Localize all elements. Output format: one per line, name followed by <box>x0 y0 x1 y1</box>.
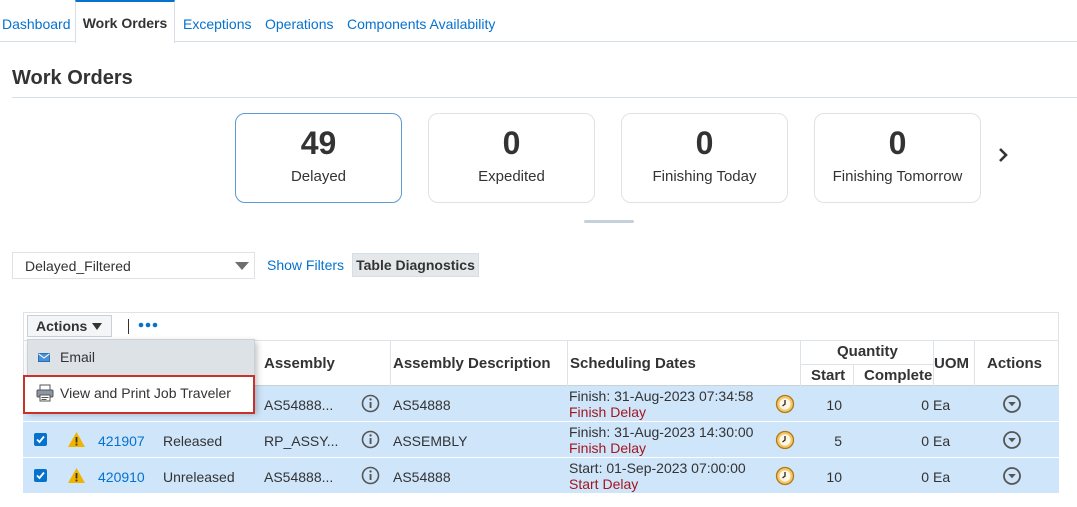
info-icon[interactable] <box>361 430 380 449</box>
work-order-link[interactable]: 421907 <box>98 433 145 449</box>
check-icon <box>36 471 45 480</box>
complete-quantity-cell: 0 <box>921 397 929 413</box>
column-header-assembly[interactable]: Assembly <box>264 355 335 372</box>
column-header-start[interactable]: Start <box>811 367 845 384</box>
warning-icon <box>68 468 85 483</box>
page-title: Work Orders <box>12 67 133 89</box>
clock-icon[interactable] <box>775 430 795 450</box>
table-row[interactable]: 421907 Released RP_ASSY... ASSEMBLY Fini… <box>23 422 1059 458</box>
check-icon <box>36 435 45 444</box>
tile-label: Finishing Today <box>652 168 757 185</box>
assembly-description-cell: AS54888 <box>393 397 451 413</box>
column-header-actions: Actions <box>987 355 1043 372</box>
table-toolbar: Actions <box>23 312 1059 340</box>
menu-item-label: Email <box>60 349 96 365</box>
complete-quantity-cell: 0 <box>921 433 929 449</box>
clock-icon[interactable] <box>775 394 795 414</box>
start-quantity-cell: 5 <box>834 433 842 449</box>
tab-dashboard[interactable]: Dashboard <box>2 0 71 42</box>
chevron-right-icon[interactable] <box>994 143 1014 167</box>
work-order-link[interactable]: 420910 <box>98 469 145 485</box>
info-icon[interactable] <box>361 394 380 413</box>
start-quantity-cell: 10 <box>826 397 842 413</box>
delay-status: Start Delay <box>569 476 639 492</box>
warning-icon <box>68 432 85 447</box>
tab-work-orders[interactable]: Work Orders <box>75 0 175 43</box>
tab-components-availability[interactable]: Components Availability <box>347 0 495 42</box>
uom-cell: Ea <box>933 397 951 413</box>
title-divider <box>12 97 1077 98</box>
tile-scroll-indicator <box>584 220 634 223</box>
printer-icon <box>36 384 54 402</box>
mail-icon <box>38 353 50 362</box>
header-divider <box>800 364 933 365</box>
column-header-quantity: Quantity <box>837 343 898 360</box>
assembly-cell: AS54888... <box>264 397 334 413</box>
tile-expedited[interactable]: 0 Expedited <box>428 113 595 203</box>
column-divider <box>567 341 568 387</box>
tab-exceptions[interactable]: Exceptions <box>183 0 251 42</box>
tile-finishing-today[interactable]: 0 Finishing Today <box>621 113 788 203</box>
assembly-description-cell: ASSEMBLY <box>393 433 468 449</box>
column-divider <box>974 341 975 387</box>
status-cell: Released <box>163 433 223 449</box>
column-header-uom[interactable]: UOM <box>934 355 969 372</box>
info-icon[interactable] <box>361 466 380 485</box>
row-actions-icon[interactable] <box>1002 430 1022 450</box>
delay-status: Finish Delay <box>569 440 647 456</box>
tab-bar: Dashboard Work Orders Exceptions Operati… <box>0 0 1077 43</box>
column-header-assembly-description[interactable]: Assembly Description <box>393 355 551 372</box>
caret-down-icon <box>92 323 103 330</box>
show-filters-link[interactable]: Show Filters <box>267 257 344 273</box>
uom-cell: Ea <box>933 433 951 449</box>
menu-item-email[interactable]: Email <box>28 340 254 375</box>
assembly-cell: AS54888... <box>264 469 334 485</box>
row-actions-icon[interactable] <box>1002 394 1022 414</box>
row-checkbox[interactable] <box>34 469 47 482</box>
saved-search-select[interactable]: Delayed_Filtered <box>12 252 255 279</box>
delay-status: Finish Delay <box>569 404 647 420</box>
more-options-icon[interactable] <box>138 319 160 331</box>
row-actions-icon[interactable] <box>1002 466 1022 486</box>
tile-count: 0 <box>695 125 714 161</box>
complete-quantity-cell: 0 <box>921 469 929 485</box>
column-divider <box>390 341 391 387</box>
saved-search-value: Delayed_Filtered <box>25 258 131 274</box>
status-cell: Unreleased <box>163 469 235 485</box>
column-header-complete[interactable]: Complete <box>864 367 932 384</box>
scheduling-date: Start: 01-Sep-2023 07:00:00 <box>569 460 746 476</box>
tile-label: Delayed <box>290 168 347 185</box>
tile-count: 0 <box>502 125 521 161</box>
tile-label: Finishing Tomorrow <box>832 168 963 185</box>
tab-operations[interactable]: Operations <box>265 0 333 42</box>
start-quantity-cell: 10 <box>826 469 842 485</box>
actions-menu: Email View and Print Job Traveler <box>23 339 255 414</box>
scheduling-date: Finish: 31-Aug-2023 14:30:00 <box>569 424 754 440</box>
table-row[interactable]: 420910 Unreleased AS54888... AS54888 Sta… <box>23 458 1059 494</box>
chevron-down-icon <box>235 262 249 270</box>
tile-finishing-tomorrow[interactable]: 0 Finishing Tomorrow <box>814 113 981 203</box>
tile-delayed[interactable]: 49 Delayed <box>235 113 402 203</box>
assembly-cell: RP_ASSY... <box>264 433 339 449</box>
menu-item-view-print-job-traveler[interactable]: View and Print Job Traveler <box>23 375 255 414</box>
actions-menu-button[interactable]: Actions <box>27 315 112 337</box>
toolbar-separator <box>128 319 129 334</box>
row-checkbox[interactable] <box>34 433 47 446</box>
tile-label: Expedited <box>478 168 545 185</box>
column-header-scheduling-dates[interactable]: Scheduling Dates <box>570 355 696 372</box>
menu-item-label: View and Print Job Traveler <box>60 385 231 401</box>
actions-menu-label: Actions <box>36 318 88 334</box>
tile-count: 49 <box>300 125 337 161</box>
assembly-description-cell: AS54888 <box>393 469 451 485</box>
uom-cell: Ea <box>933 469 951 485</box>
tile-count: 0 <box>888 125 907 161</box>
column-divider <box>853 364 854 387</box>
table-diagnostics-button[interactable]: Table Diagnostics <box>352 253 479 277</box>
scheduling-date: Finish: 31-Aug-2023 07:34:58 <box>569 388 754 404</box>
clock-icon[interactable] <box>775 466 795 486</box>
